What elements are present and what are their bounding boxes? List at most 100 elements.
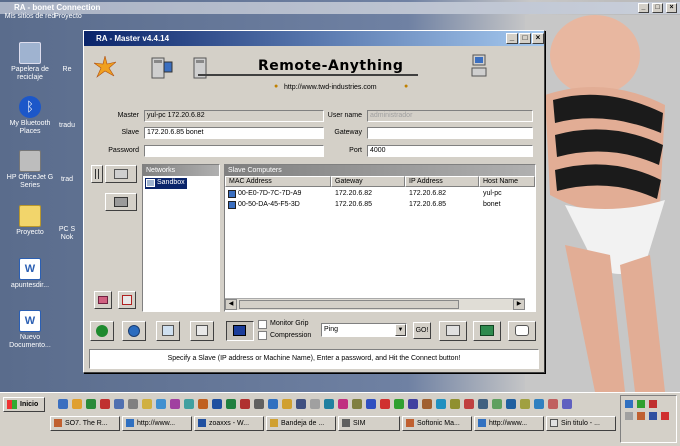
quicklaunch-tool-icon[interactable] (128, 399, 138, 409)
desktop-icon-proyecto[interactable]: Proyecto (0, 205, 60, 237)
task-button[interactable]: http://www... (474, 416, 544, 431)
password-input[interactable] (144, 145, 324, 157)
quicklaunch-network-icon[interactable] (184, 399, 194, 409)
quicklaunch-notes-icon[interactable] (142, 399, 152, 409)
stats-button[interactable] (473, 321, 501, 341)
quicklaunch-app6-icon[interactable] (394, 399, 404, 409)
tray-antivirus-icon[interactable] (649, 400, 657, 408)
quicklaunch-app9-icon[interactable] (436, 399, 446, 409)
quicklaunch-app-icon[interactable] (86, 399, 96, 409)
quicklaunch-app8-icon[interactable] (422, 399, 432, 409)
quicklaunch-player-icon[interactable] (170, 399, 180, 409)
scroll-thumb[interactable] (239, 300, 459, 309)
list-view-button[interactable] (91, 165, 103, 183)
quicklaunch-app7-icon[interactable] (408, 399, 418, 409)
desktop-icon-re[interactable]: Re (52, 66, 82, 74)
quicklaunch-app5-icon[interactable] (380, 399, 390, 409)
web-button[interactable] (122, 321, 146, 341)
file-manager-button[interactable] (190, 321, 214, 341)
desktop-icon-bluetooth[interactable]: ᛒ My Bluetooth Places (0, 96, 60, 136)
quicklaunch-excel-icon[interactable] (226, 399, 236, 409)
close-button[interactable]: × (666, 3, 677, 13)
banner-url-link[interactable]: http://www.twd-industries.com (284, 84, 377, 91)
go-button[interactable]: GO! (413, 322, 431, 339)
remote-control-button[interactable] (226, 321, 254, 341)
port-input[interactable]: 4000 (367, 145, 533, 157)
minimize-button[interactable]: _ (638, 3, 649, 13)
quicklaunch-app3-icon[interactable] (352, 399, 362, 409)
tray-security-icon[interactable] (637, 400, 645, 408)
network-item-sandbox[interactable]: Sandbox (145, 178, 187, 189)
start-button[interactable]: Inicio (3, 397, 45, 412)
task-button[interactable]: Sin titulo - ... (546, 416, 616, 431)
scan-network-button[interactable] (105, 193, 137, 211)
save-list-button[interactable] (118, 291, 136, 309)
quicklaunch-app17-icon[interactable] (548, 399, 558, 409)
tray-alert-icon[interactable] (661, 412, 669, 420)
window-close-button[interactable]: × (532, 33, 544, 44)
quicklaunch-calc-icon[interactable] (310, 399, 320, 409)
quicklaunch-app15-icon[interactable] (520, 399, 530, 409)
desktop-icon-recycle-bin[interactable]: Papelera de reciclaje (0, 42, 60, 82)
horizontal-scrollbar[interactable]: ◀ ▶ (225, 298, 525, 310)
window-minimize-button[interactable]: _ (506, 33, 518, 44)
connect-button[interactable] (90, 321, 114, 341)
table-row[interactable]: 00-E0-7D-7C-7D-A9 172.20.6.82 172.20.6.8… (225, 189, 535, 200)
quicklaunch-app16-icon[interactable] (534, 399, 544, 409)
quicklaunch-explorer-icon[interactable] (268, 399, 278, 409)
window-titlebar[interactable]: RA - Master v4.4.14 _ □ × (84, 31, 544, 46)
quicklaunch-app2-icon[interactable] (338, 399, 348, 409)
quicklaunch-folder-icon[interactable] (72, 399, 82, 409)
task-button[interactable]: SIM (338, 416, 400, 431)
task-button[interactable]: http://www... (122, 416, 192, 431)
quicklaunch-powerpoint-icon[interactable] (240, 399, 250, 409)
desktop-icon-nuevo-documento[interactable]: W Nuevo Documento... (0, 310, 60, 350)
tray-app-icon[interactable] (637, 412, 645, 420)
desktop-icon-trad[interactable]: trad (52, 176, 82, 184)
tray-bluetooth-icon[interactable] (649, 412, 657, 420)
quicklaunch-word-icon[interactable] (212, 399, 222, 409)
add-slave-button[interactable] (105, 165, 137, 183)
quicklaunch-app14-icon[interactable] (506, 399, 516, 409)
eraser-button[interactable] (94, 291, 112, 309)
quicklaunch-ie-icon[interactable] (58, 399, 68, 409)
tray-network-icon[interactable] (625, 400, 633, 408)
quicklaunch-app13-icon[interactable] (492, 399, 502, 409)
transfer-button[interactable] (156, 321, 180, 341)
quicklaunch-app11-icon[interactable] (464, 399, 474, 409)
monitor-grip-checkbox[interactable] (258, 320, 267, 329)
scroll-right-icon[interactable]: ▶ (513, 299, 525, 310)
scroll-left-icon[interactable]: ◀ (225, 299, 237, 310)
desktop-icon-proyecto-top[interactable]: Proyecto (48, 13, 88, 21)
task-button[interactable]: SO7. The R... (50, 416, 120, 431)
desktop-icon-apuntes[interactable]: W apuntesdir... (0, 258, 60, 290)
task-button[interactable]: zoaxxs - W... (194, 416, 264, 431)
column-gateway[interactable]: Gateway (331, 176, 405, 187)
table-row[interactable]: 00-50-DA-45-F5-3D 172.20.6.85 172.20.6.8… (225, 200, 535, 211)
maximize-button[interactable]: □ (652, 3, 663, 13)
gateway-input[interactable] (367, 127, 533, 139)
desktop-icon-tradu[interactable]: tradu (52, 122, 82, 130)
quicklaunch-desktop-icon[interactable] (114, 399, 124, 409)
quicklaunch-cmd-icon[interactable] (254, 399, 264, 409)
action-select[interactable]: Ping ▼ (321, 323, 407, 337)
chevron-down-icon[interactable]: ▼ (395, 324, 406, 336)
quicklaunch-search-icon[interactable] (282, 399, 292, 409)
tray-volume-icon[interactable] (625, 412, 633, 420)
back-window-titlebar[interactable]: RA - bonet Connection _ □ × (0, 2, 680, 14)
quicklaunch-paint-icon[interactable] (324, 399, 334, 409)
task-button[interactable]: Softonic Ma... (402, 416, 472, 431)
chat-button[interactable] (508, 321, 536, 341)
compression-checkbox[interactable] (258, 331, 267, 340)
window-maximize-button[interactable]: □ (519, 33, 531, 44)
desktop-icon-pc-nokia[interactable]: PC S Nok (52, 226, 82, 242)
quicklaunch-app18-icon[interactable] (562, 399, 572, 409)
quicklaunch-media-icon[interactable] (100, 399, 110, 409)
task-button[interactable]: Bandeja de ... (266, 416, 336, 431)
column-ip-address[interactable]: IP Address (405, 176, 479, 187)
slave-input[interactable]: 172.20.6.85 bonet (144, 127, 324, 139)
settings-button[interactable] (439, 321, 467, 341)
quicklaunch-firefox-icon[interactable] (198, 399, 208, 409)
desktop-icon-hp-printer[interactable]: HP OfficeJet G Series (0, 150, 60, 190)
quicklaunch-app12-icon[interactable] (478, 399, 488, 409)
